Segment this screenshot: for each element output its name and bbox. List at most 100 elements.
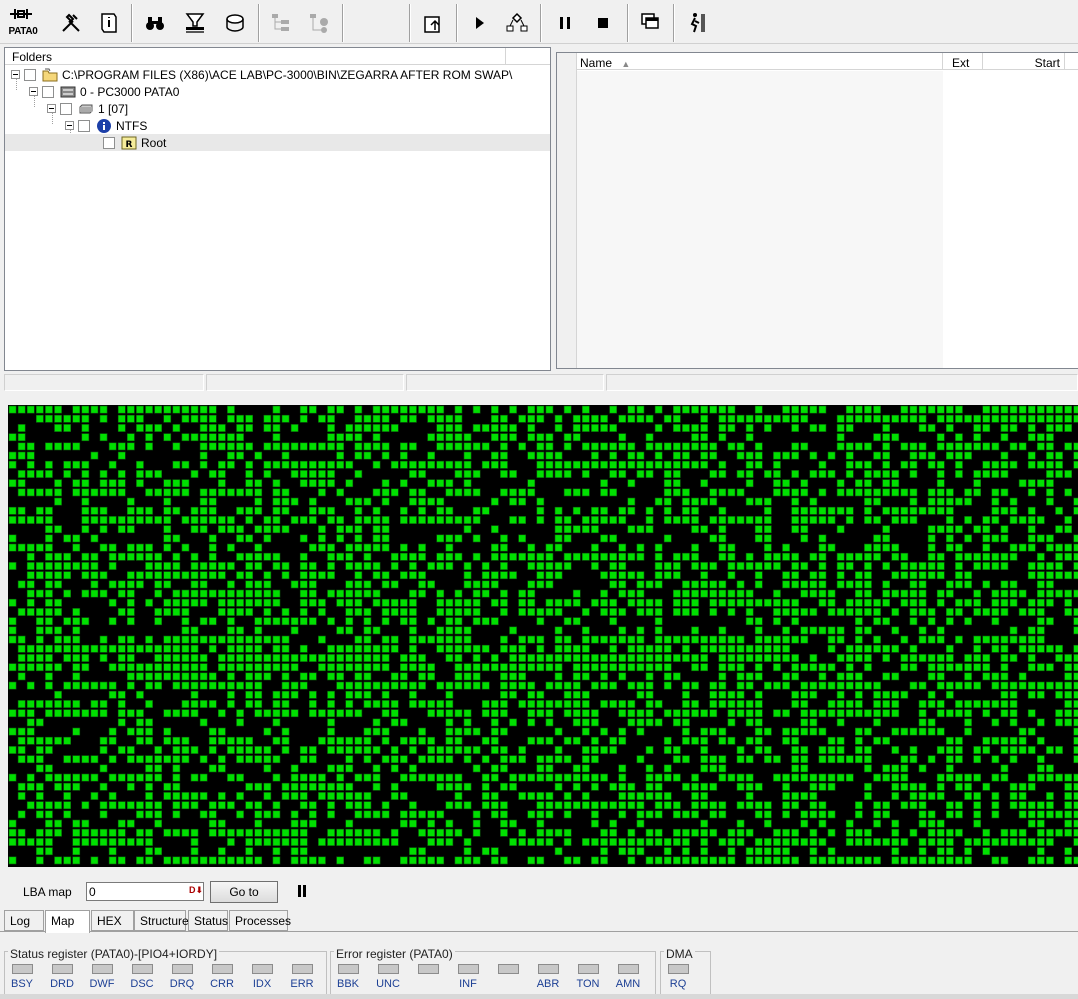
status-bit-label: DWF [89, 978, 115, 990]
collapse-icon[interactable] [65, 121, 74, 130]
root-folder-icon: R [121, 136, 137, 150]
status-led-5 [172, 964, 193, 974]
tree-checkbox[interactable] [78, 119, 90, 132]
tree-item-device[interactable]: 0 - PC3000 PATA0 [29, 83, 179, 100]
pata-device-button[interactable] [4, 2, 38, 26]
error-led-8 [618, 964, 639, 974]
status-bar [4, 374, 1078, 391]
status-bit-label: IDX [252, 978, 272, 990]
funnel-disk-icon [185, 13, 205, 33]
collapse-icon[interactable] [47, 104, 56, 113]
tree-process-icon [310, 14, 328, 33]
column-name[interactable]: Name ▲ [577, 53, 943, 70]
status-bit-label: DSC [130, 978, 154, 990]
map-pause-button[interactable] [296, 884, 308, 898]
tab-structure[interactable]: Structure [134, 910, 189, 931]
export-button[interactable] [416, 6, 450, 40]
disk-down-icon[interactable]: D⬇ [189, 885, 203, 896]
search-button[interactable] [138, 6, 172, 40]
files-panel: Name ▲ Ext Start [556, 52, 1078, 369]
info-icon [96, 118, 112, 133]
tab-hex[interactable]: HEX [91, 910, 134, 931]
column-ext[interactable]: Ext [943, 53, 983, 70]
disk-button[interactable] [218, 6, 252, 40]
error-led-2 [378, 964, 399, 974]
folders-header: Folders [5, 48, 550, 65]
toolbar: PATA0 [0, 0, 1078, 44]
error-bit-label: INF [459, 978, 477, 990]
error-bit-label: UNC [376, 978, 400, 990]
stop-button[interactable] [586, 6, 620, 40]
partition-icon [78, 102, 94, 116]
error-register-title: Error register (PATA0) [334, 947, 455, 961]
status-led-3 [92, 964, 113, 974]
tree-item-label: 0 - PC3000 PATA0 [80, 84, 180, 99]
lba-map-grid[interactable] [8, 405, 1078, 867]
disk-arrow-icon [226, 14, 244, 32]
lba-input[interactable] [86, 882, 204, 901]
exit-runner-icon [690, 13, 705, 33]
cascade-windows-icon [641, 13, 659, 29]
tab-processes[interactable]: Processes [229, 910, 291, 931]
folders-header-label: Folders [12, 50, 53, 64]
flow-button[interactable] [500, 6, 534, 40]
dma-led-1 [668, 964, 689, 974]
error-register-group: Error register (PATA0) BBK UNC INF ABR TON AM… [330, 947, 656, 995]
tab-status[interactable]: Status [188, 910, 228, 931]
status-bit-label: DRD [50, 978, 74, 990]
status-led-4 [132, 964, 153, 974]
dma-register-title: DMA [664, 947, 695, 961]
column-start[interactable]: Start [983, 53, 1065, 70]
status-bit-label: ERR [290, 978, 314, 990]
export-doc-icon [424, 16, 440, 33]
filter-button[interactable] [178, 6, 212, 40]
tree-process-button[interactable] [302, 6, 336, 40]
dma-bit-label: RQ [669, 978, 687, 990]
info-doc-button[interactable] [92, 6, 126, 40]
tree-checkbox[interactable] [42, 85, 54, 98]
status-register-title: Status register (PATA0)-[PIO4+IORDY] [8, 947, 220, 961]
error-bit-label: BBK [336, 978, 359, 990]
error-bit-label: TON [576, 978, 600, 990]
files-header: Name ▲ Ext Start [577, 53, 1078, 70]
error-bit-label: AMN [615, 978, 641, 990]
play-button[interactable] [462, 6, 496, 40]
play-icon [476, 17, 484, 29]
tree-checkbox[interactable] [24, 68, 36, 81]
status-led-1 [12, 964, 33, 974]
tree-item-root-path[interactable]: C:\PROGRAM FILES (X86)\ACE LAB\PC-3000\B… [11, 66, 512, 83]
status-led-6 [212, 964, 233, 974]
tab-log[interactable]: Log [4, 910, 44, 931]
error-led-4 [458, 964, 479, 974]
error-led-6 [538, 964, 559, 974]
tree-checkbox[interactable] [60, 102, 72, 115]
goto-button[interactable]: Go to [210, 881, 278, 903]
status-bit-label: CRR [210, 978, 234, 990]
collapse-icon[interactable] [11, 70, 20, 79]
exit-button[interactable] [680, 6, 714, 40]
collapse-icon[interactable] [29, 87, 38, 96]
tab-map[interactable]: Map [45, 910, 90, 933]
tree-expand-button[interactable] [264, 6, 298, 40]
status-bit-label: DRQ [169, 978, 195, 990]
windows-button[interactable] [634, 6, 668, 40]
tree-checkbox[interactable] [103, 136, 115, 149]
stop-icon [598, 18, 608, 28]
tree-item-partition[interactable]: 1 [07] [47, 100, 128, 117]
pause-button[interactable] [548, 6, 582, 40]
status-led-2 [52, 964, 73, 974]
tree-item-label: NTFS [116, 118, 148, 133]
svg-text:R: R [126, 140, 133, 150]
status-bit-label: BSY [10, 978, 33, 990]
error-bit-label: ABR [536, 978, 560, 990]
scroll-info-icon [101, 13, 117, 33]
tree-item-ntfs[interactable]: NTFS [65, 117, 147, 134]
error-led-1 [338, 964, 359, 974]
tree-icon [272, 14, 289, 31]
tree-item-label: 1 [07] [98, 101, 129, 116]
tree-item-root[interactable]: R Root [5, 134, 550, 151]
error-led-7 [578, 964, 599, 974]
lba-map-canvas[interactable] [8, 405, 1078, 867]
tools-button[interactable] [54, 6, 88, 40]
pause-icon [298, 885, 306, 897]
